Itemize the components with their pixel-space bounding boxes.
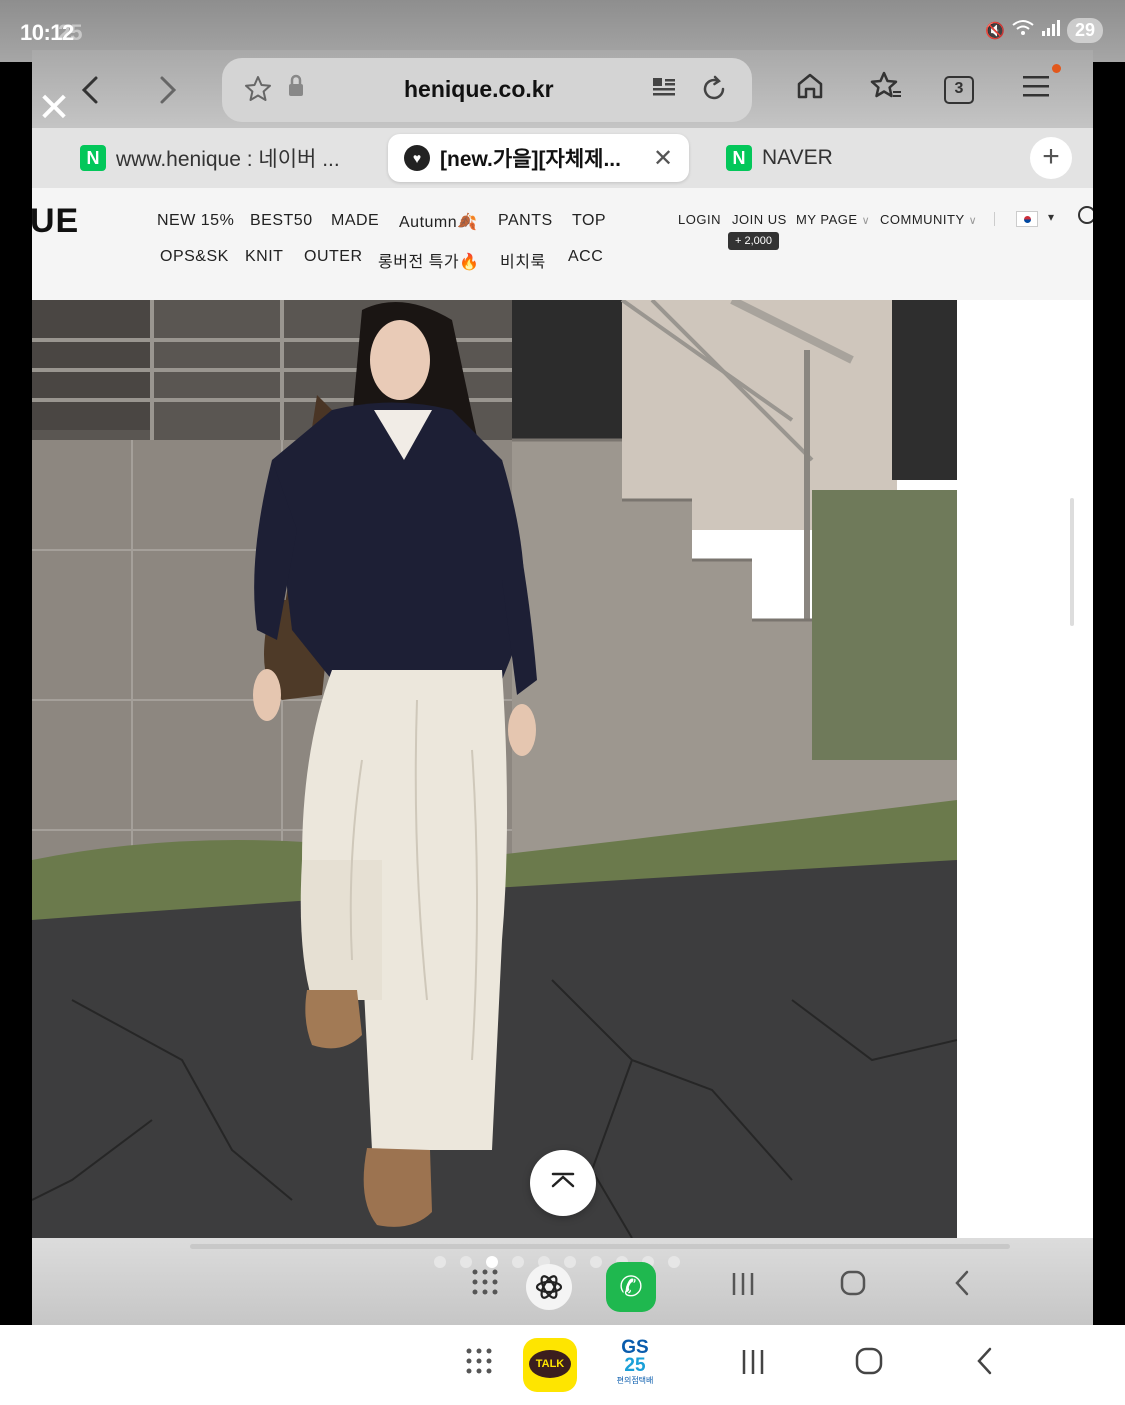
menu-new[interactable]: NEW 15%	[157, 212, 234, 230]
menu-icon[interactable]	[1016, 70, 1056, 110]
page-dot	[668, 1256, 680, 1268]
home-icon[interactable]	[790, 70, 830, 110]
join-link[interactable]: JOIN US	[732, 212, 787, 227]
menu-beach[interactable]: 비치룩	[500, 248, 546, 272]
app-drawer-icon[interactable]	[462, 1337, 496, 1393]
community-label: COMMUNITY	[880, 212, 965, 227]
bookmark-star-icon[interactable]	[242, 74, 274, 106]
forward-icon[interactable]	[146, 70, 186, 110]
app-drawer-icon[interactable]	[468, 1266, 502, 1310]
menu-ops-sk[interactable]: OPS&SK	[160, 248, 229, 266]
henique-heart-icon: ♥	[404, 145, 430, 171]
vertical-scrollbar[interactable]	[1070, 498, 1074, 626]
url-text[interactable]: henique.co.kr	[404, 76, 554, 103]
gs25-line3: 편의점택배	[616, 1376, 654, 1385]
mypage-label: MY PAGE	[796, 212, 858, 227]
screen: 25 10:12 🔇 29 ✕ henique.co.kr 3 N www.he…	[0, 0, 1125, 1405]
page-dot	[590, 1256, 602, 1268]
kakaotalk-app-icon[interactable]: TALK	[523, 1338, 577, 1392]
web-content: UE NEW 15% BEST50 MADE Autumn🍂 PANTS TOP…	[32, 188, 1093, 1238]
tab-henique-naver[interactable]: N www.henique : 네이버 ...	[80, 134, 340, 182]
menu-outer[interactable]: OUTER	[304, 248, 363, 266]
tab-close-icon[interactable]: ✕	[653, 144, 673, 173]
language-chevron-icon[interactable]: ▾	[1048, 210, 1054, 224]
back-button-icon[interactable]	[968, 1337, 1002, 1393]
close-window-icon[interactable]: ✕	[36, 88, 72, 128]
gs25-line2: 25	[624, 1355, 646, 1376]
home-button-icon[interactable]	[836, 1266, 870, 1310]
join-points-badge: + 2,000	[728, 232, 780, 250]
refresh-icon[interactable]	[698, 74, 730, 106]
scroll-to-top-button[interactable]	[530, 1150, 596, 1216]
product-photo[interactable]	[32, 300, 957, 1238]
community-link[interactable]: COMMUNITY ∨	[880, 212, 977, 227]
window-taskbar: ✆	[32, 1238, 1093, 1325]
kakaotalk-label: TALK	[529, 1350, 571, 1378]
chevron-down-icon: ∨	[861, 215, 871, 227]
naver-icon: N	[80, 145, 106, 171]
system-nav-bar: TALK GS 25 편의점택배	[0, 1325, 1125, 1405]
bookmarks-icon[interactable]	[866, 70, 906, 110]
menu-top[interactable]: TOP	[572, 212, 606, 230]
gs25-app-icon[interactable]: GS 25 편의점택배	[610, 1338, 660, 1391]
home-button-icon[interactable]	[852, 1337, 886, 1393]
menu-acc[interactable]: ACC	[568, 248, 603, 266]
menu-pants[interactable]: PANTS	[498, 212, 553, 230]
divider	[994, 212, 995, 226]
tab-label: NAVER	[762, 146, 833, 169]
page-dot	[512, 1256, 524, 1268]
mypage-link[interactable]: MY PAGE ∨	[796, 212, 870, 227]
tabs-icon[interactable]: 3	[944, 76, 974, 104]
menu-long-sale[interactable]: 롱버전 특가🔥	[378, 248, 479, 272]
menu-knit[interactable]: KNIT	[245, 248, 283, 266]
tab-naver[interactable]: N NAVER	[726, 134, 833, 182]
search-icon[interactable]	[1078, 206, 1093, 224]
chevron-down-icon: ∨	[968, 215, 978, 227]
site-header: UE NEW 15% BEST50 MADE Autumn🍂 PANTS TOP…	[32, 188, 1093, 300]
horizontal-scrollbar[interactable]	[190, 1244, 1010, 1249]
reader-mode-icon[interactable]	[648, 74, 680, 106]
tab-label: [new.가을][자체제...	[440, 148, 621, 171]
menu-best50[interactable]: BEST50	[250, 212, 313, 230]
naver-icon: N	[726, 145, 752, 171]
address-bar[interactable]: henique.co.kr	[222, 58, 752, 122]
notification-dot	[1052, 64, 1061, 73]
tab-label: www.henique : 네이버 ...	[116, 148, 340, 171]
flag-emblem	[1024, 216, 1031, 223]
menu-autumn[interactable]: Autumn🍂	[399, 212, 478, 232]
korea-flag-icon[interactable]	[1016, 211, 1038, 227]
site-logo[interactable]: UE	[32, 202, 79, 241]
page-dot	[434, 1256, 446, 1268]
recent-apps-icon[interactable]	[726, 1266, 760, 1310]
back-icon[interactable]	[72, 70, 112, 110]
back-button-icon[interactable]	[946, 1266, 980, 1310]
chatgpt-app-icon[interactable]	[526, 1264, 572, 1310]
menu-made[interactable]: MADE	[331, 212, 379, 230]
browser-window: ✕ henique.co.kr 3 N www.henique: 네이버 ..…	[32, 0, 1093, 1325]
tab-henique-product[interactable]: ♥ [new.가을][자체제... ✕	[388, 134, 690, 182]
phone-app-icon[interactable]: ✆	[606, 1262, 656, 1312]
recent-apps-icon[interactable]	[736, 1337, 770, 1393]
lock-icon	[280, 74, 312, 106]
login-link[interactable]: LOGIN	[678, 212, 721, 227]
tab-strip: N www.henique : 네이버 ... ♥ [new.가을][자체제..…	[32, 128, 1093, 188]
new-tab-button[interactable]: +	[1030, 137, 1072, 179]
